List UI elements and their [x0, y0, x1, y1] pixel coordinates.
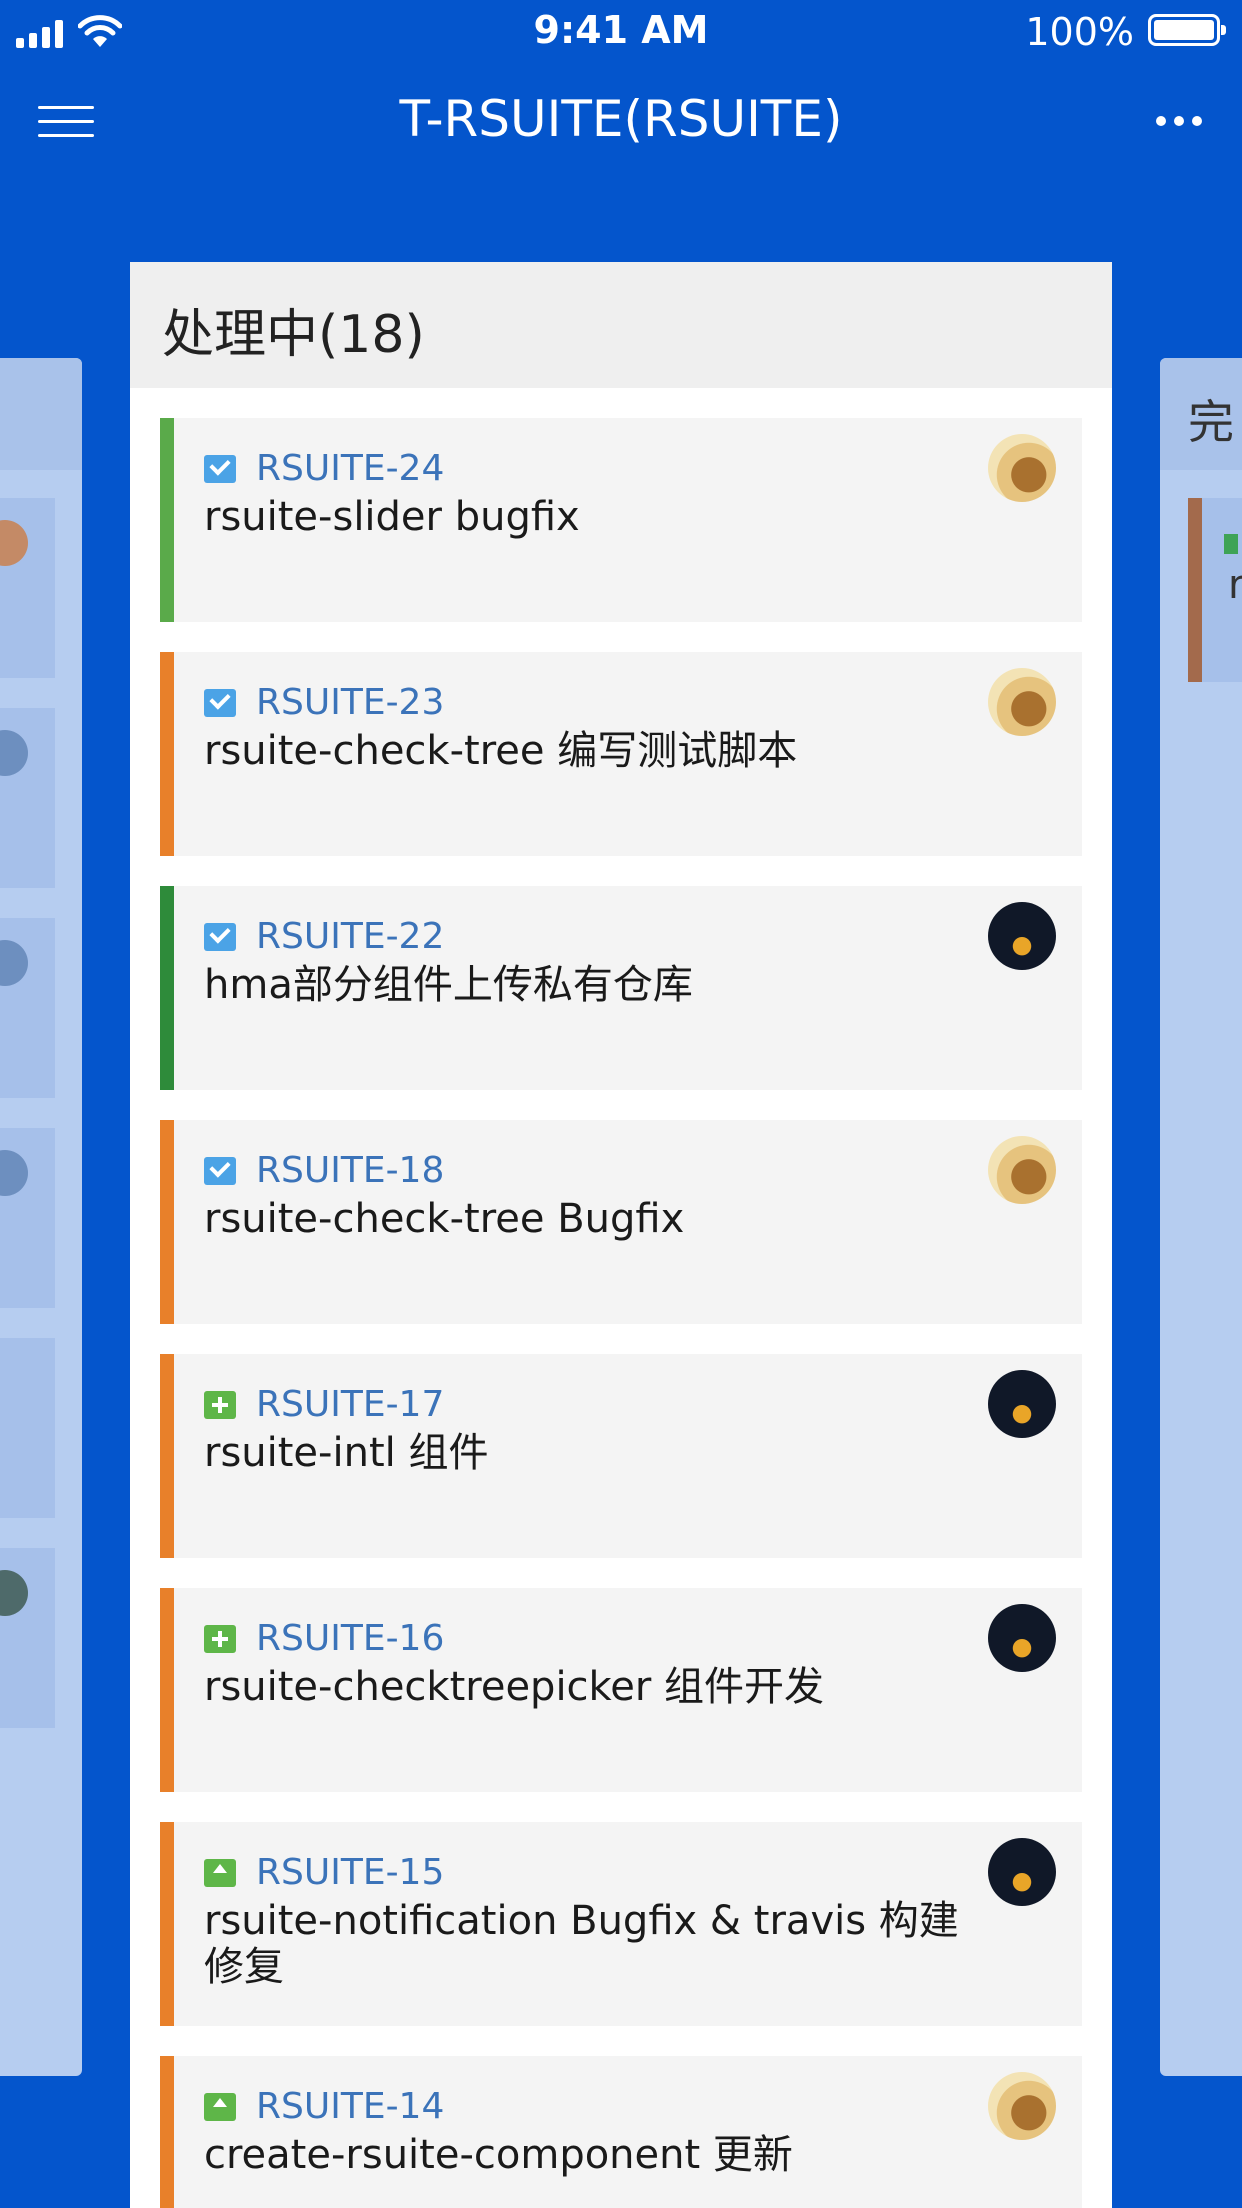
issue-key-row: RSUITE-14 — [204, 2086, 444, 2127]
cat-avatar[interactable] — [988, 1136, 1056, 1204]
new-feature-icon — [204, 1390, 236, 1419]
dark-avatar[interactable] — [988, 902, 1056, 970]
improvement-icon — [204, 1858, 236, 1887]
issue-title: rsuite-notification Bugfix & travis 构建修复 — [204, 1898, 959, 1990]
new-feature-icon — [204, 1624, 236, 1653]
dark-avatar[interactable] — [988, 1604, 1056, 1672]
cat-avatar[interactable] — [988, 434, 1056, 502]
task-icon — [204, 922, 236, 951]
task-icon — [204, 688, 236, 717]
issue-key-row: RSUITE-17 — [204, 1384, 444, 1425]
column-header: 处理中(18) — [130, 262, 1112, 388]
next-column-card-title: r — [1228, 562, 1242, 608]
next-column-card[interactable]: r — [1188, 498, 1242, 682]
issue-card[interactable]: RSUITE-14 create-rsuite-component 更新 — [160, 2056, 1082, 2208]
page-title: T-RSUITE(RSUITE) — [399, 90, 843, 148]
next-column-header: 完 — [1160, 358, 1242, 470]
dark-avatar[interactable] — [988, 1370, 1056, 1438]
cat-avatar[interactable] — [988, 668, 1056, 736]
issue-key: RSUITE-22 — [256, 916, 445, 957]
issue-card[interactable]: RSUITE-18 rsuite-check-tree Bugfix — [160, 1120, 1082, 1324]
dark-avatar[interactable] — [988, 1838, 1056, 1906]
issue-key: RSUITE-23 — [256, 682, 445, 723]
issue-card[interactable]: RSUITE-16 rsuite-checktreepicker 组件开发 — [160, 1588, 1082, 1792]
previous-column-card[interactable] — [0, 1548, 55, 1728]
issue-key: RSUITE-14 — [256, 2086, 445, 2127]
more-options-icon[interactable] — [1154, 114, 1204, 128]
issue-title: rsuite-intl 组件 — [204, 1430, 489, 1476]
issue-key-row: RSUITE-22 — [204, 916, 444, 957]
issue-card[interactable]: RSUITE-24 rsuite-slider bugfix — [160, 418, 1082, 622]
previous-column-card[interactable] — [0, 1128, 55, 1308]
issue-title: rsuite-check-tree Bugfix — [204, 1196, 685, 1242]
issue-title: create-rsuite-component 更新 — [204, 2132, 793, 2178]
issue-key: RSUITE-15 — [256, 1852, 445, 1893]
previous-column-header — [0, 358, 82, 470]
column-title: 处理中(18) — [162, 305, 425, 365]
avatar — [0, 1570, 28, 1616]
cat-avatar[interactable] — [988, 2072, 1056, 2140]
issue-title: rsuite-checktreepicker 组件开发 — [204, 1664, 825, 1710]
previous-column-card[interactable] — [0, 708, 55, 888]
battery-percentage: 100% — [1025, 10, 1134, 54]
issue-card[interactable]: RSUITE-23 rsuite-check-tree 编写测试脚本 — [160, 652, 1082, 856]
issue-key: RSUITE-17 — [256, 1384, 445, 1425]
improvement-icon — [1224, 534, 1238, 554]
issue-card[interactable]: RSUITE-22 hma部分组件上传私有仓库 — [160, 886, 1082, 1090]
previous-column-card[interactable] — [0, 498, 55, 678]
issue-key-row: RSUITE-23 — [204, 682, 444, 723]
previous-column-card[interactable] — [0, 918, 55, 1098]
task-icon — [204, 1156, 236, 1185]
nav-bar: T-RSUITE(RSUITE) — [0, 64, 1242, 182]
issue-key: RSUITE-16 — [256, 1618, 445, 1659]
issue-key-row: RSUITE-24 — [204, 448, 444, 489]
issue-card[interactable]: RSUITE-17 rsuite-intl 组件 — [160, 1354, 1082, 1558]
improvement-icon — [204, 2092, 236, 2121]
avatar — [0, 1150, 28, 1196]
issue-key-row: RSUITE-18 — [204, 1150, 444, 1191]
issue-key: RSUITE-18 — [256, 1150, 445, 1191]
avatar — [0, 730, 28, 776]
next-column-title: 完 — [1188, 395, 1234, 449]
battery-icon — [1148, 14, 1226, 46]
next-column-peek[interactable]: 完 r — [1160, 358, 1242, 2076]
issue-title: rsuite-check-tree 编写测试脚本 — [204, 728, 798, 774]
avatar — [0, 520, 28, 566]
card-list: RSUITE-24 rsuite-slider bugfix RSUITE-23 rs… — [160, 418, 1082, 2208]
issue-key-row: RSUITE-16 — [204, 1618, 444, 1659]
status-bar: 9:41 AM 100% — [0, 0, 1242, 64]
issue-key: RSUITE-24 — [256, 448, 445, 489]
issue-card[interactable]: RSUITE-15 rsuite-notification Bugfix & tr… — [160, 1822, 1082, 2026]
previous-column-card[interactable] — [0, 1338, 55, 1518]
avatar — [0, 940, 28, 986]
task-icon — [204, 454, 236, 483]
issue-key-row: RSUITE-15 — [204, 1852, 444, 1893]
issue-title: hma部分组件上传私有仓库 — [204, 962, 693, 1008]
issue-title: rsuite-slider bugfix — [204, 494, 580, 540]
previous-column-peek[interactable] — [0, 358, 82, 2076]
board-column-in-progress: 处理中(18) RSUITE-24 rsuite-slider bugfix RSU… — [130, 262, 1112, 2208]
